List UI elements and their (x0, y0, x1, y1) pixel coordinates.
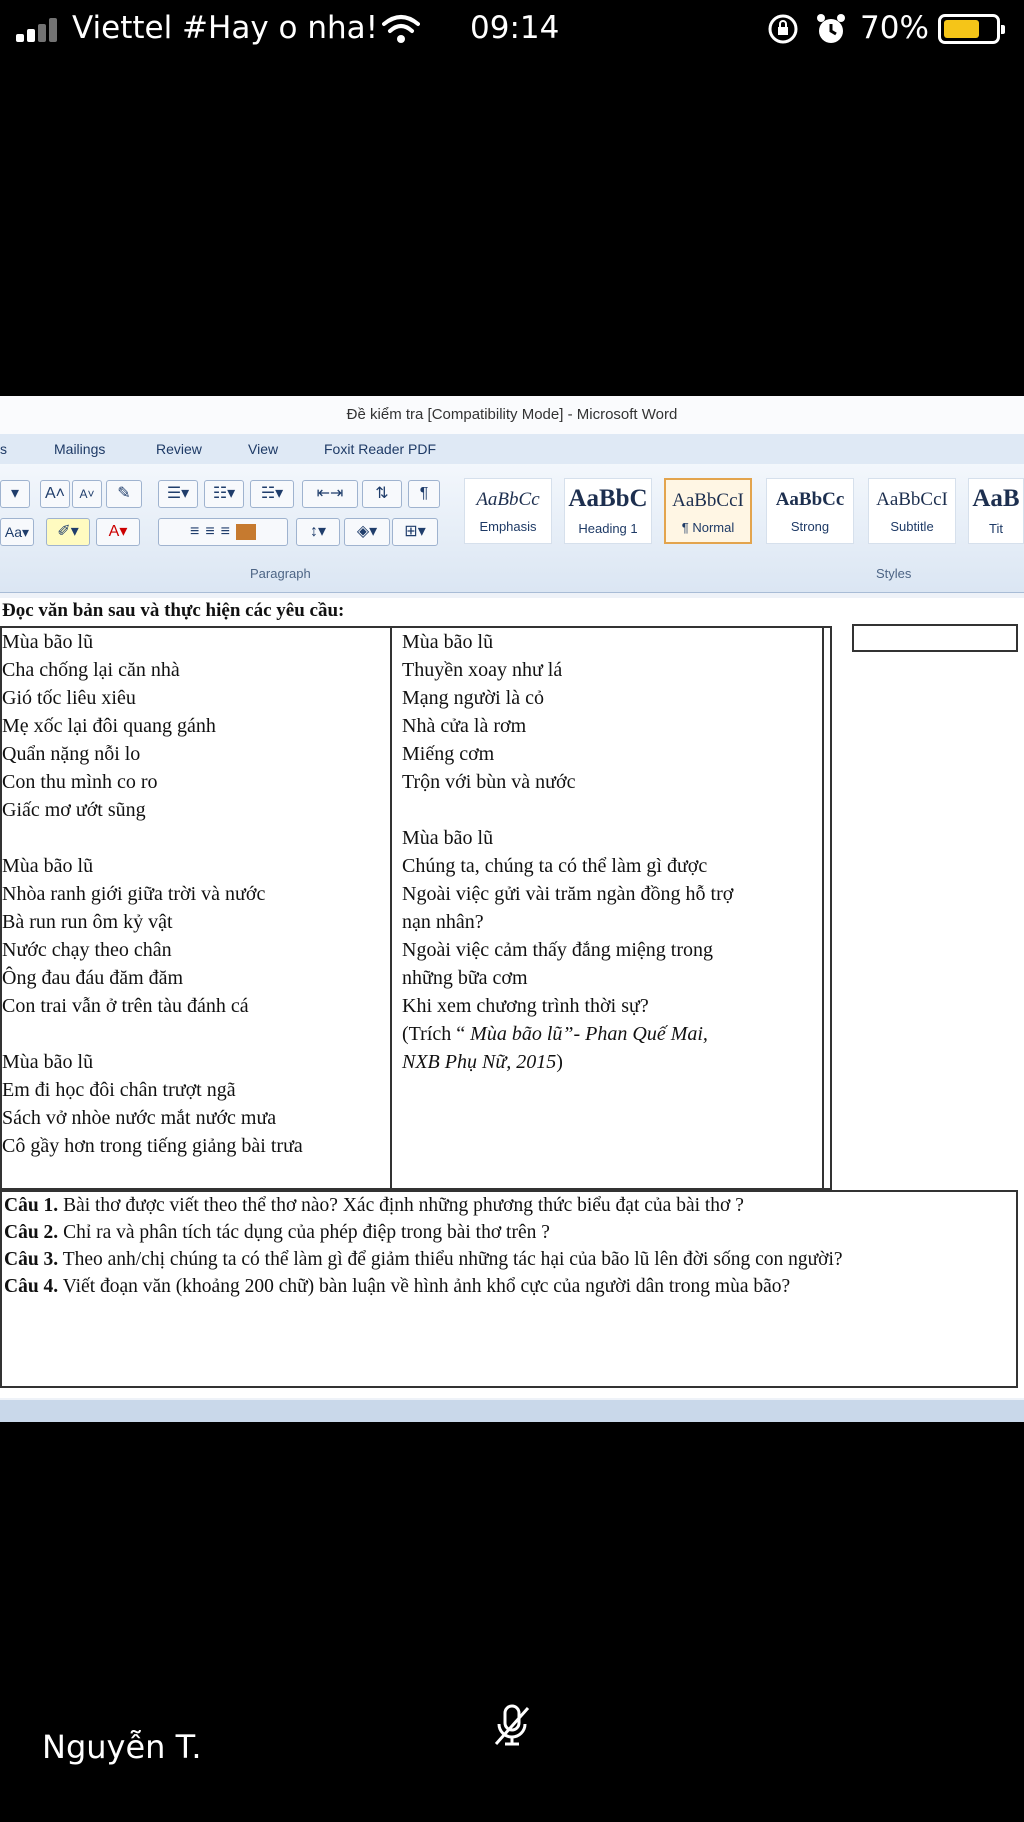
right-line: Nhà cửa là rơm (402, 715, 527, 737)
battery-icon (938, 14, 1005, 44)
rotation-lock-icon (768, 14, 798, 44)
battery-percent: 70% (860, 10, 929, 46)
highlight-color-button[interactable]: ✐▾ (46, 518, 90, 546)
numbering-button[interactable]: ☷▾ (204, 480, 244, 508)
show-marks-button[interactable]: ¶ (408, 480, 440, 508)
status-bar: Viettel #Hay o nha! 09:14 70% (0, 0, 1024, 60)
left-line (2, 824, 303, 852)
sort-button[interactable]: ⇅ (362, 480, 402, 508)
ribbon-tabs: s Mailings Review View Foxit Reader PDF (0, 434, 1024, 464)
right-line (402, 796, 733, 824)
question-4: Câu 4. Viết đoạn văn (khoảng 200 chữ) bà… (4, 1276, 791, 1297)
left-line: Mùa bão lũ (2, 631, 94, 653)
left-line: Quẩn nặng nỗi lo (2, 743, 141, 765)
right-line: Ngoài việc gửi vài trăm ngàn đồng hỗ trợ (402, 883, 734, 905)
change-case-button[interactable]: Aa▾ (0, 518, 34, 546)
alignment-buttons[interactable]: ≡≡≡ (158, 518, 288, 546)
right-line: Thuyền xoay như lá (402, 659, 563, 681)
left-line: Cha chống lại căn nhà (2, 659, 180, 681)
font-color-button[interactable]: A▾ (96, 518, 140, 546)
left-line: Mùa bão lũ (2, 1051, 94, 1073)
window-title: Đề kiểm tra [Compatibility Mode] - Micro… (0, 396, 1024, 434)
right-line: nạn nhân? (402, 911, 484, 933)
right-line: Mùa bão lũ (402, 827, 494, 849)
styles-group-label: Styles (876, 566, 912, 581)
mic-muted-icon[interactable] (490, 1702, 534, 1748)
poem-right-column: Mùa bão lũ Thuyền xoay như lá Mạng người l… (402, 628, 733, 1020)
question-2: Câu 2. Chỉ ra và phân tích tác dụng của … (4, 1222, 550, 1243)
question-1: Câu 1. Bài thơ được viết theo thể thơ nà… (4, 1195, 744, 1216)
left-line: Gió tốc liêu xiêu (2, 687, 136, 709)
document-page[interactable]: Đọc văn bản sau và thực hiện các yêu cầu… (0, 598, 1024, 1398)
right-line: Miếng cơm (402, 743, 495, 765)
style-strong[interactable]: AaBbCc Strong (766, 478, 854, 544)
font-size-dropdown[interactable]: ▾ (0, 480, 30, 508)
left-line: Mùa bão lũ (2, 855, 94, 877)
clock: 09:14 (470, 10, 560, 46)
style-title[interactable]: AaB Tit (968, 478, 1024, 544)
left-line: Giấc mơ ướt sũng (2, 799, 146, 821)
tab-mailings[interactable]: Mailings (54, 441, 105, 457)
ribbon: ▾ A˄ A˅ ✎ Aa▾ ✐▾ A▾ ☰▾ ☷▾ ☵▾ ⇤⇥ ⇅ ¶ ≡≡≡ … (0, 464, 1024, 593)
tab-partial[interactable]: s (0, 441, 7, 457)
left-line: Cô gầy hơn trong tiếng giảng bài trưa (2, 1135, 303, 1157)
right-line: Mùa bão lũ (402, 631, 494, 653)
right-line: Trộn với bùn và nước (402, 771, 576, 793)
bullets-button[interactable]: ☰▾ (158, 480, 198, 508)
left-line: Con trai vẫn ở trên tàu đánh cá (2, 995, 249, 1017)
document-intro: Đọc văn bản sau và thực hiện các yêu cầu… (2, 600, 345, 621)
left-line: Nước chạy theo chân (2, 939, 172, 961)
grow-font-button[interactable]: A˄ (40, 480, 70, 508)
left-line: Con thu mình co ro (2, 771, 158, 793)
left-line (2, 1020, 303, 1048)
side-text-box (852, 624, 1018, 652)
tab-view[interactable]: View (248, 441, 278, 457)
question-list: Câu 1. Bài thơ được viết theo thể thơ nà… (0, 1190, 1018, 1388)
style-subtitle[interactable]: AaBbCcI Subtitle (868, 478, 956, 544)
tab-review[interactable]: Review (156, 441, 202, 457)
style-heading-1[interactable]: AaBbC Heading 1 (564, 478, 652, 544)
poem-citation: (Trích “ Mùa bão lũ”- Phan Quế Mai, NXB … (402, 1023, 708, 1073)
column-divider (390, 626, 392, 1190)
alarm-icon (817, 14, 845, 43)
right-line: Mạng người là cỏ (402, 687, 544, 709)
left-line: Nhòa ranh giới giữa trời và nước (2, 883, 266, 905)
carrier-name: Viettel #Hay o nha! (72, 10, 379, 46)
indent-buttons[interactable]: ⇤⇥ (302, 480, 358, 508)
right-line: Khi xem chương trình thời sự? (402, 995, 649, 1017)
question-3: Câu 3. Theo anh/chị chúng ta có thể làm … (4, 1249, 843, 1270)
paragraph-group-label: Paragraph (250, 566, 311, 581)
left-line: Em đi học đôi chân trượt ngã (2, 1079, 236, 1101)
signal-icon (16, 18, 62, 42)
style-normal[interactable]: AaBbCcI ¶ Normal (664, 478, 752, 544)
caller-name: Nguyễn T. (42, 1728, 202, 1766)
left-line: Ông đau đáu đăm đăm (2, 967, 184, 989)
word-status-bar (0, 1400, 1024, 1422)
right-line: Chúng ta, chúng ta có thể làm gì được (402, 855, 708, 877)
word-window: Đề kiểm tra [Compatibility Mode] - Micro… (0, 396, 1024, 1422)
style-emphasis[interactable]: AaBbCc Emphasis (464, 478, 552, 544)
right-line: Ngoài việc cảm thấy đắng miệng trong (402, 939, 714, 961)
column-divider-right (822, 626, 824, 1190)
right-line: những bữa cơm (402, 967, 528, 989)
left-line: Mẹ xốc lại đôi quang gánh (2, 715, 216, 737)
left-line: Bà run run ôm kỷ vật (2, 911, 173, 933)
tab-foxit-reader-pdf[interactable]: Foxit Reader PDF (324, 441, 436, 457)
line-spacing-button[interactable]: ↕▾ (296, 518, 340, 546)
shading-button[interactable]: ◈▾ (344, 518, 390, 546)
left-line: Sách vở nhòe nước mắt nước mưa (2, 1107, 277, 1129)
shrink-font-button[interactable]: A˅ (72, 480, 102, 508)
clear-formatting-icon[interactable]: ✎ (106, 480, 142, 508)
borders-button[interactable]: ⊞▾ (392, 518, 438, 546)
poem-left-column: Mùa bão lũ Cha chống lại căn nhà Gió tốc l… (2, 628, 303, 1160)
wifi-icon (382, 15, 420, 43)
multilevel-list-button[interactable]: ☵▾ (250, 480, 294, 508)
